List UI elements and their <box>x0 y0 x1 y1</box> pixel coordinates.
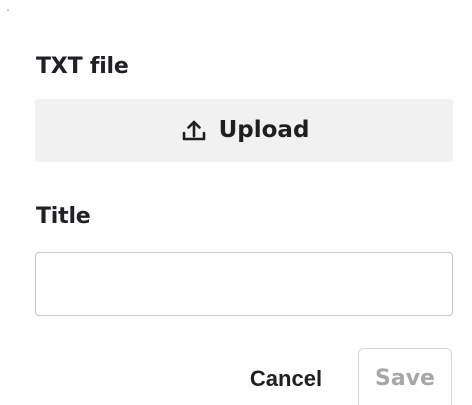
title-input[interactable] <box>35 252 453 316</box>
cancel-button[interactable]: Cancel <box>226 350 346 405</box>
txt-file-label: TXT file <box>36 54 129 79</box>
upload-dialog: TXT file Upload Title Cancel Save <box>0 0 472 405</box>
title-label: Title <box>36 204 91 229</box>
upload-icon <box>179 116 209 146</box>
save-button[interactable]: Save <box>358 348 452 405</box>
upload-button[interactable]: Upload <box>35 99 453 162</box>
upload-button-label: Upload <box>218 117 310 143</box>
decorative-dot <box>7 9 9 11</box>
